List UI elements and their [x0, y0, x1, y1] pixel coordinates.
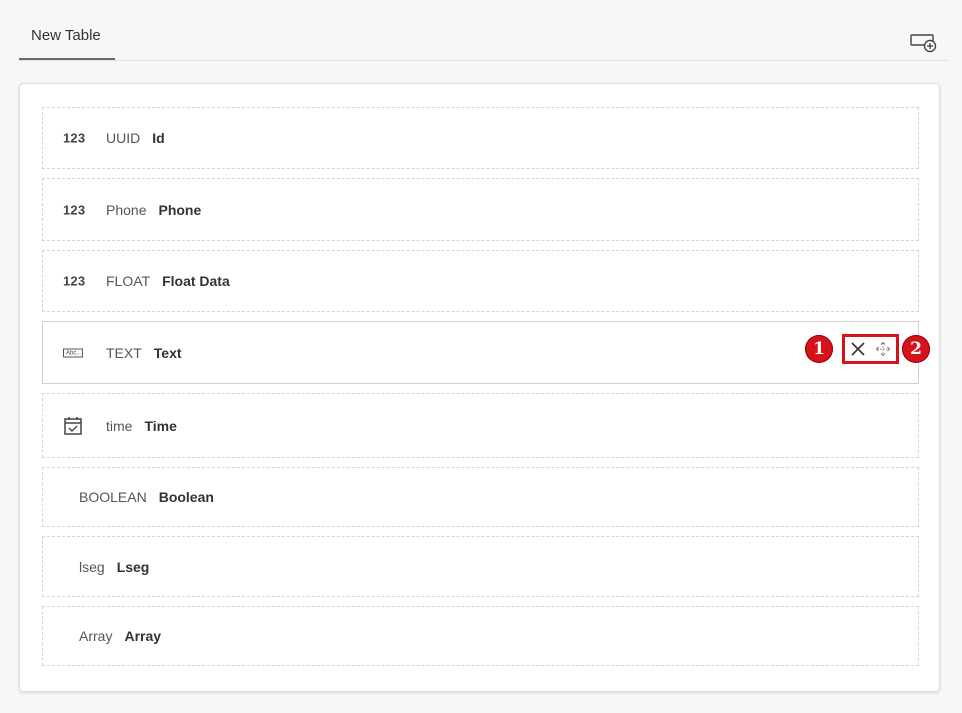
field-row[interactable]: lseg Lseg	[42, 536, 919, 597]
callout-badge-2: 2	[902, 335, 930, 363]
field-row[interactable]: Array Array	[42, 606, 919, 666]
number-icon: 123	[63, 131, 89, 146]
close-icon[interactable]	[850, 341, 866, 357]
field-type: BOOLEAN	[79, 489, 147, 505]
field-type: time	[106, 417, 133, 434]
number-icon: 123	[63, 202, 89, 217]
text-icon-label: Abc...	[63, 348, 83, 357]
field-type: TEXT	[106, 344, 142, 361]
field-row[interactable]: 123 FLOAT Float Data	[42, 250, 919, 312]
calendar-icon	[63, 416, 89, 436]
field-actions	[842, 334, 899, 364]
number-icon-label: 123	[63, 130, 86, 146]
field-row[interactable]: 123 Phone Phone	[42, 178, 919, 241]
field-type: lseg	[79, 558, 105, 575]
field-row-selected[interactable]: Abc... TEXT Text 1 2	[42, 321, 930, 384]
move-icon[interactable]	[875, 341, 891, 357]
field-type: Phone	[106, 201, 147, 218]
field-row[interactable]: BOOLEAN Boolean	[42, 467, 919, 527]
field-name: Float Data	[162, 273, 230, 289]
add-table-icon[interactable]	[910, 32, 938, 54]
field-type: UUID	[106, 130, 141, 146]
number-icon-label: 123	[63, 273, 86, 289]
field-name: Text	[153, 344, 182, 361]
text-icon: Abc...	[63, 348, 89, 357]
tab-bar: New Table	[19, 18, 948, 61]
field-row[interactable]: time Time	[42, 393, 919, 458]
field-row[interactable]: 123 UUID Id	[42, 107, 919, 169]
number-icon-label: 123	[63, 202, 86, 217]
table-panel: 123 UUID Id 123 Phone Phone 123 FLOAT Fl…	[19, 83, 940, 692]
field-name: Id	[152, 130, 165, 146]
field-name: Phone	[158, 201, 202, 218]
number-icon: 123	[63, 274, 89, 289]
field-name: Boolean	[158, 489, 214, 505]
field-name: Lseg	[116, 558, 150, 575]
field-name: Array	[124, 628, 162, 644]
tab-new-table[interactable]: New Table	[19, 18, 115, 60]
callout-badge-1: 1	[805, 335, 833, 363]
field-name: Time	[144, 417, 177, 434]
field-type: Array	[79, 628, 113, 644]
field-type: FLOAT	[106, 273, 151, 289]
